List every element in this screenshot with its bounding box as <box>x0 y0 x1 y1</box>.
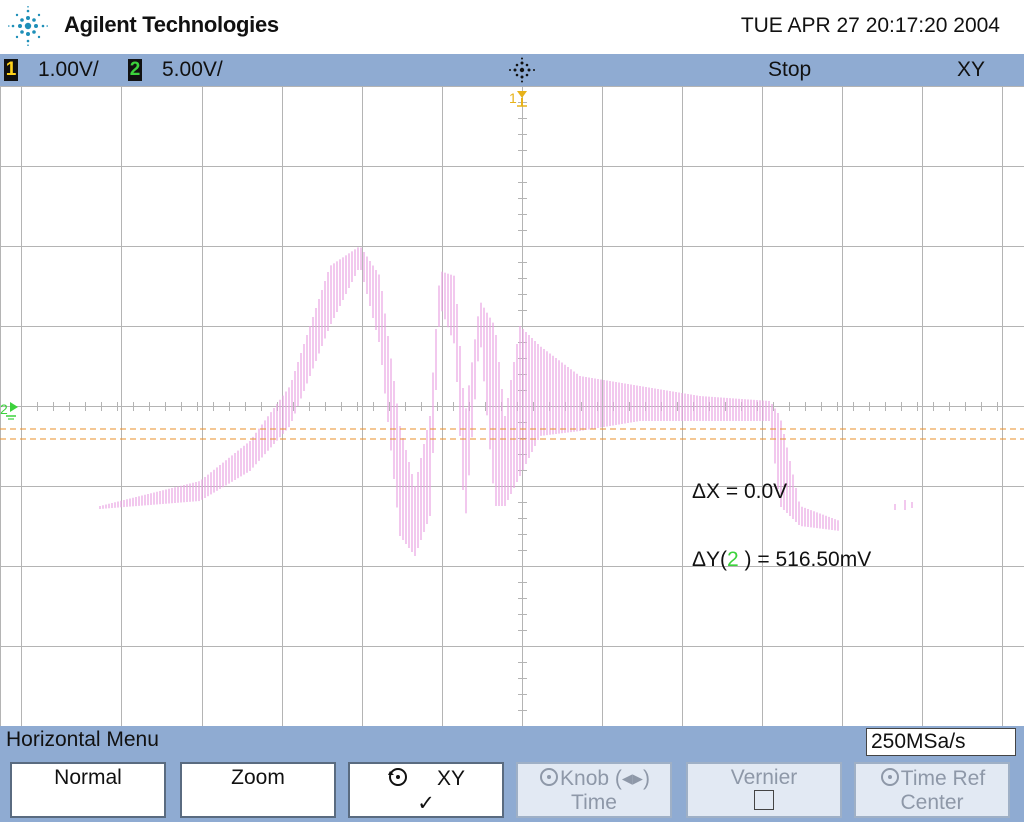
delta-x-readout: ΔX = 0.0V <box>692 480 788 503</box>
softkey-xy[interactable]: XY ✓ <box>348 762 504 818</box>
delta-y-readout: ΔY(2 ) = 516.50mV <box>692 548 871 572</box>
menu-title: Horizontal Menu <box>6 728 159 751</box>
status-bar: 1 1.00V/ 2 5.00V/ Stop XY <box>0 54 1024 86</box>
channel-2-badge[interactable]: 2 <box>128 59 142 81</box>
delta-y-prefix: ΔY( <box>692 548 728 571</box>
softkey-zoom[interactable]: Zoom <box>180 762 336 818</box>
agilent-spark-icon <box>8 6 48 46</box>
waveform-display: 1 2 <box>0 86 1024 726</box>
softkey-vernier[interactable]: Vernier <box>686 762 842 818</box>
acquisition-star-icon <box>509 57 535 83</box>
delta-y-value: ) = 516.50mV <box>738 548 872 571</box>
knob-icon <box>880 768 899 786</box>
run-state[interactable]: Stop <box>768 58 811 82</box>
svg-text:2: 2 <box>0 401 8 417</box>
horizontal-menu: Horizontal Menu 250MSa/s Normal Zoom XY … <box>0 726 1024 822</box>
knob-icon <box>387 768 407 786</box>
softkey-time-ref-label: Time Ref <box>900 767 986 790</box>
channel-2-scale[interactable]: 5.00V/ <box>162 58 223 82</box>
channel-1-scale[interactable]: 1.00V/ <box>38 58 99 82</box>
softkey-time-ref-value: Center <box>900 791 964 814</box>
date-time: TUE APR 27 20:17:20 2004 <box>740 14 1000 37</box>
softkey-knob-time[interactable]: Knob (◂▸) Time <box>516 762 672 818</box>
channel-1-badge[interactable]: 1 <box>4 59 18 81</box>
delta-y-channel: 2 <box>727 548 739 571</box>
softkey-knob-time-label: Time <box>571 791 617 814</box>
softkey-normal-label: Normal <box>54 766 122 789</box>
brand-name: Agilent Technologies <box>64 12 279 37</box>
display-mode: XY <box>957 58 986 81</box>
knob-icon <box>540 768 559 786</box>
softkey-zoom-label: Zoom <box>231 766 285 789</box>
softkey-vernier-label: Vernier <box>730 766 798 789</box>
sample-rate: 250MSa/s <box>866 728 1016 756</box>
softkey-time-ref[interactable]: Time Ref Center <box>854 762 1010 818</box>
header: Agilent Technologies TUE APR 27 20:17:20… <box>0 0 1024 54</box>
softkey-xy-label: XY <box>436 767 465 790</box>
softkey-normal[interactable]: Normal <box>10 762 166 818</box>
svg-text:1: 1 <box>509 90 517 106</box>
vernier-checkbox[interactable] <box>754 790 774 810</box>
softkey-xy-check: ✓ <box>417 792 435 815</box>
softkey-knob-label: Knob (◂▸) <box>560 767 650 790</box>
